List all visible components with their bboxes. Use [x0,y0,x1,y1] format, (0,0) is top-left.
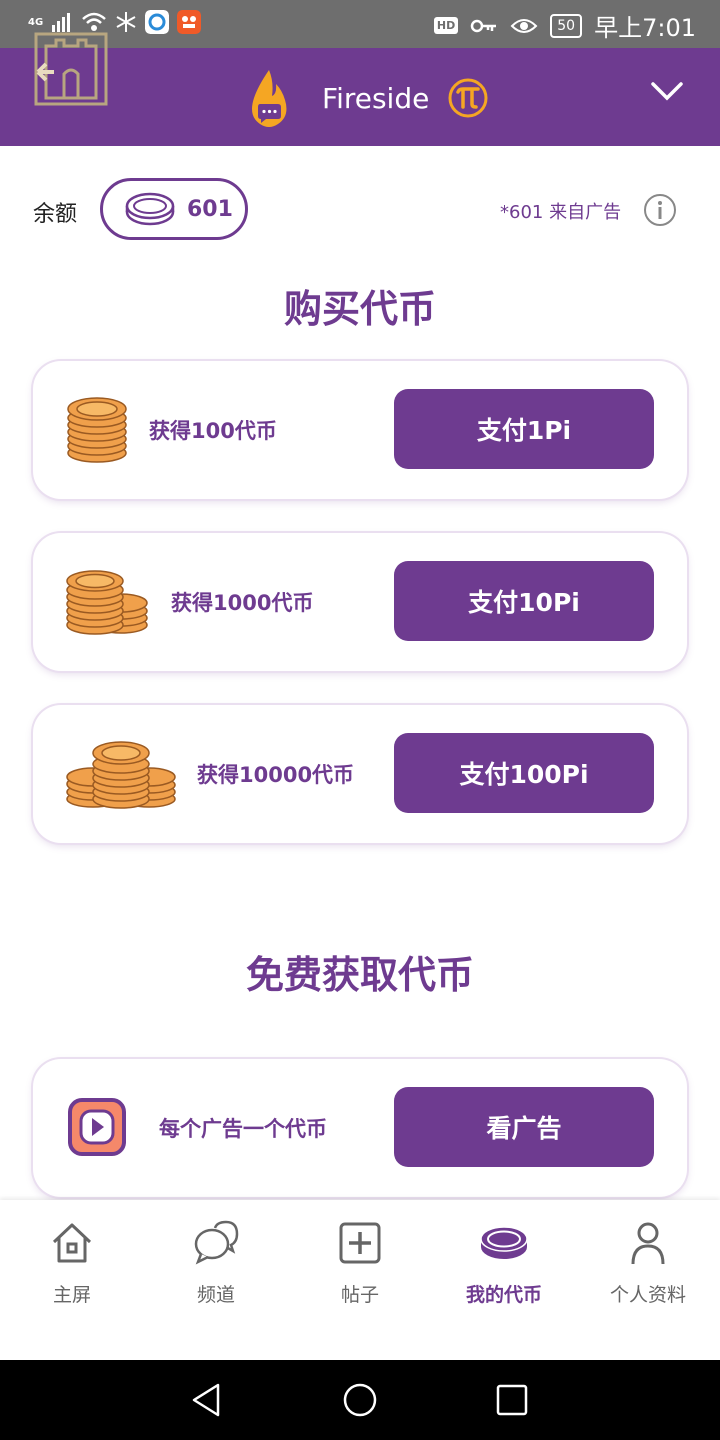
app-header: Fireside [0,32,720,146]
app-title: Fireside [322,81,430,115]
snowflake-icon [116,12,136,32]
offer-card-10000: 获得10000代币 支付100Pi [33,705,687,843]
ad-coins-note: *601 来自广告 [500,202,622,223]
pay-100pi-button[interactable]: 支付100Pi [394,733,654,813]
pay-10pi-button[interactable]: 支付10Pi [394,561,654,641]
recents-square-icon[interactable] [494,1382,530,1418]
nav-label: 频道 [196,1284,235,1306]
balance-label: 余额 [33,202,78,227]
home-icon [52,1223,92,1263]
watch-ad-button[interactable]: 看广告 [394,1087,654,1167]
hd-badge: HD [433,17,459,34]
nav-label: 主屏 [52,1284,91,1306]
network-indicator: 4G [28,16,44,28]
nav-item-profile[interactable]: 个人资料 [576,1220,720,1307]
key-icon [471,19,497,32]
coin-stack-small-icon [67,397,127,463]
clock: 早上7:01 [594,14,696,42]
balance-pill: 601 [100,178,248,240]
home-circle-icon[interactable] [342,1382,378,1418]
pay-1pi-button[interactable]: 支付1Pi [394,389,654,469]
nav-label: 帖子 [340,1284,379,1306]
battery-indicator: 50 [550,13,583,38]
coin-stack-large-icon [66,741,176,809]
header-center: Fireside [248,58,489,138]
pi-coin-icon [448,78,488,118]
chat-bubbles-icon [194,1220,239,1265]
back-button[interactable] [34,32,108,106]
browser-app-icon [145,10,170,34]
system-nav-bar [0,1360,720,1440]
chevron-down-icon[interactable] [650,74,684,108]
free-section-title: 免费获取代币 [245,953,474,997]
signal-icon [52,13,71,32]
bottom-nav: 主屏 频道 帖子 我的代币 个人资料 [0,1200,720,1360]
status-left: 4G [28,10,202,34]
offer-label: 获得1000代币 [171,591,314,615]
balance-value: 601 [187,196,233,222]
watch-ad-card: 每个广告一个代币 看广告 [33,1059,687,1197]
nav-label: 我的代币 [465,1284,542,1306]
coin-stack-medium-icon [66,570,148,635]
profile-icon [631,1222,665,1265]
nav-item-my-coins[interactable]: 我的代币 [432,1220,576,1307]
offer-label: 获得100代币 [149,419,277,443]
nav-item-posts[interactable]: 帖子 [288,1220,432,1307]
nav-item-channels[interactable]: 频道 [144,1220,288,1307]
coin-icon [480,1226,528,1259]
offer-label: 获得10000代币 [197,763,355,787]
coin-icon [125,192,175,226]
offer-card-100: 获得100代币 支付1Pi [33,361,687,499]
fireside-flame-icon [252,70,287,127]
eye-icon [510,18,538,33]
app-notification-icon [177,10,202,34]
buy-section-title: 购买代币 [283,287,436,331]
back-triangle-icon[interactable] [188,1382,224,1418]
nav-label: 个人资料 [609,1284,686,1306]
status-right: HD 50 早上7:01 [433,8,696,43]
status-bar: 4G HD 50 早上7:01 [0,0,720,48]
nav-item-home[interactable]: 主屏 [0,1220,144,1307]
info-icon[interactable] [643,193,677,227]
wifi-icon [82,12,107,31]
add-post-icon [339,1222,381,1264]
offer-card-1000: 获得1000代币 支付10Pi [33,533,687,671]
ad-offer-label: 每个广告一个代币 [159,1117,327,1141]
video-play-icon [68,1098,126,1156]
